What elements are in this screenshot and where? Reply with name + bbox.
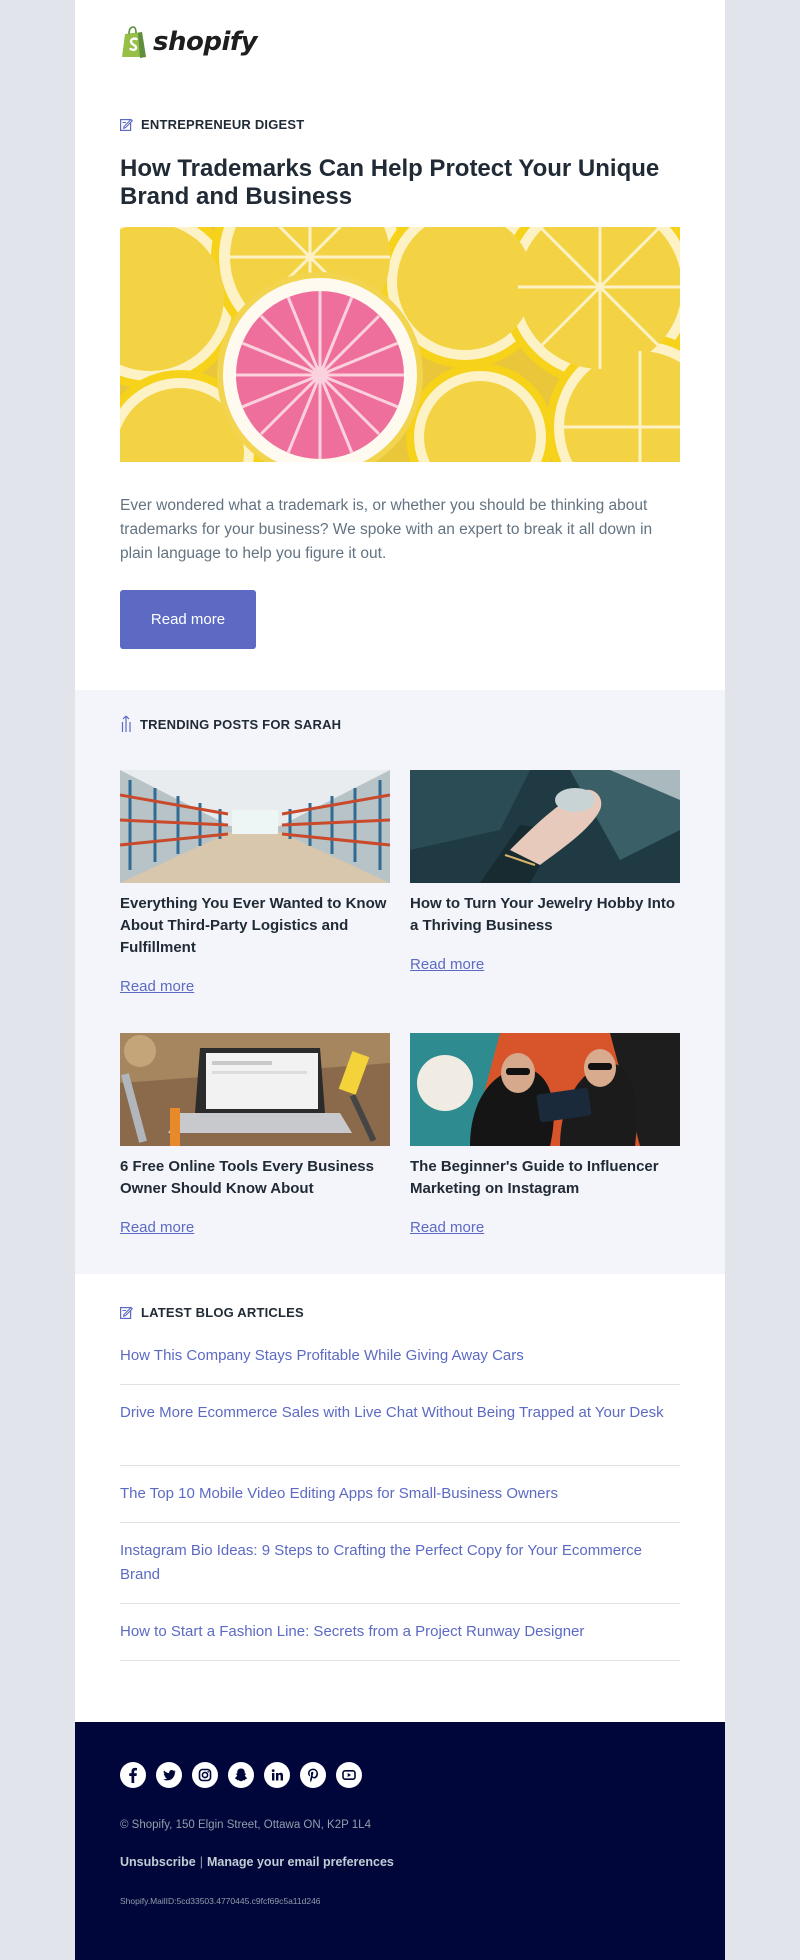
trending-section-header: TRENDING POSTS FOR SARAH — [120, 715, 680, 733]
pinterest-icon[interactable] — [300, 1762, 326, 1788]
post-title[interactable]: The Beginner's Guide to Influencer Marke… — [410, 1156, 680, 1200]
hero-description: Ever wondered what a trademark is, or wh… — [120, 497, 653, 562]
blog-article-link[interactable]: How This Company Stays Profitable While … — [120, 1344, 680, 1368]
trending-post-card[interactable]: 6 Free Online Tools Every Business Owner… — [120, 1033, 390, 1237]
read-more-link[interactable]: Read more — [410, 956, 484, 973]
linkedin-icon[interactable] — [264, 1762, 290, 1788]
footer — [75, 1722, 725, 1960]
laptop-tools-image[interactable] — [120, 1033, 390, 1146]
post-title[interactable]: How to Turn Your Jewelry Hobby Into a Th… — [410, 893, 680, 937]
blog-article-link[interactable]: Drive More Ecommerce Sales with Live Cha… — [120, 1401, 680, 1425]
footer-address: © Shopify, 150 Elgin Street, Ottawa ON, … — [120, 1819, 371, 1831]
section-label: LATEST BLOG ARTICLES — [141, 1305, 304, 1320]
divider — [120, 1465, 680, 1466]
logo-wordmark: shopify — [153, 27, 258, 57]
facebook-icon[interactable] — [120, 1762, 146, 1788]
youtube-icon[interactable] — [336, 1762, 362, 1788]
shopify-logo[interactable]: shopify — [120, 24, 680, 60]
jewelry-image[interactable] — [410, 770, 680, 883]
section-label: TRENDING POSTS FOR SARAH — [140, 716, 342, 732]
read-more-link[interactable]: Read more — [410, 1219, 484, 1236]
snapchat-icon[interactable] — [228, 1762, 254, 1788]
blog-article-link[interactable]: The Top 10 Mobile Video Editing Apps for… — [120, 1482, 680, 1506]
email-preferences: Unsubscribe | Manage your email preference… — [120, 1855, 394, 1869]
divider — [120, 1603, 680, 1604]
trending-section: TRENDING POSTS FOR SARAH Everything You … — [75, 690, 725, 1274]
post-title[interactable]: 6 Free Online Tools Every Business Owner… — [120, 1156, 390, 1200]
twitter-icon[interactable] — [156, 1762, 182, 1788]
trending-post-card[interactable]: Everything You Ever Wanted to Know About… — [120, 770, 390, 996]
hero-title[interactable]: How Trademarks Can Help Protect Your Uni… — [120, 155, 680, 211]
instagram-icon[interactable] — [192, 1762, 218, 1788]
trending-arrows-icon — [121, 715, 131, 732]
email-body: shopify ENTREPRENEUR DIGEST How Trademar… — [75, 0, 725, 1960]
unsubscribe-link[interactable]: Unsubscribe — [120, 1855, 196, 1869]
social-links — [120, 1762, 372, 1788]
manage-preferences-link[interactable]: Manage your email preferences — [207, 1855, 394, 1869]
blog-article-link[interactable]: Instagram Bio Ideas: 9 Steps to Crafting… — [120, 1539, 680, 1587]
section-label: ENTREPRENEUR DIGEST — [141, 117, 305, 132]
blog-article-link[interactable]: How to Start a Fashion Line: Secrets fro… — [120, 1620, 680, 1644]
divider — [120, 1522, 680, 1523]
read-more-link[interactable]: Read more — [120, 978, 194, 995]
mail-id: Shopify.MailID:5cd33503.4770445.c9fcf69c… — [120, 1896, 321, 1906]
read-more-button[interactable]: Read more — [120, 590, 256, 649]
hero-section-header: ENTREPRENEUR DIGEST — [120, 117, 680, 132]
divider — [120, 1660, 680, 1661]
edit-icon — [120, 118, 133, 131]
edit-icon — [120, 1306, 133, 1319]
warehouse-image[interactable] — [120, 770, 390, 883]
shopify-bag-icon — [122, 25, 146, 58]
trending-post-card[interactable]: How to Turn Your Jewelry Hobby Into a Th… — [410, 770, 680, 974]
post-title[interactable]: Everything You Ever Wanted to Know About… — [120, 893, 390, 959]
hero-image[interactable] — [120, 227, 680, 462]
trending-post-card[interactable]: The Beginner's Guide to Influencer Marke… — [410, 1033, 680, 1237]
divider — [120, 1384, 680, 1385]
selfie-image[interactable] — [410, 1033, 680, 1146]
separator: | — [199, 1855, 203, 1869]
blog-section-header: LATEST BLOG ARTICLES — [120, 1305, 680, 1320]
read-more-link[interactable]: Read more — [120, 1219, 194, 1236]
